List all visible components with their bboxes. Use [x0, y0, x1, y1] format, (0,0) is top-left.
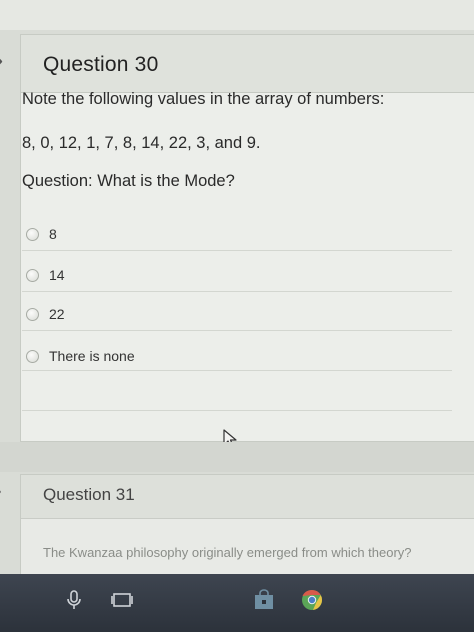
question-title: Question 31 [43, 485, 135, 504]
question-title: Question 30 [43, 53, 159, 76]
question-gap [0, 442, 474, 472]
radio-button[interactable] [26, 227, 39, 241]
question-prompt-ask: Question: What is the Mode? [22, 172, 235, 190]
chrome-icon[interactable] [300, 588, 324, 612]
option-8[interactable]: 8 [26, 222, 57, 246]
task-view-icon[interactable] [110, 588, 134, 612]
option-14[interactable]: 14 [26, 263, 65, 287]
question-prompt: The Kwanzaa philosophy originally emerge… [43, 545, 412, 560]
question-prompt-values: 8, 0, 12, 1, 7, 8, 14, 22, 3, and 9. [22, 134, 261, 152]
top-strip [0, 0, 474, 30]
option-divider [22, 370, 452, 371]
option-label: 14 [49, 267, 65, 283]
option-22[interactable]: 22 [26, 302, 65, 326]
question-header: Question 31 [21, 475, 474, 519]
option-label: 8 [49, 226, 57, 242]
question-prompt-line1: Note the following values in the array o… [22, 90, 385, 108]
store-icon[interactable] [252, 588, 276, 612]
question-card: Question 31 The Kwanzaa philosophy origi… [20, 474, 474, 584]
radio-button[interactable] [26, 349, 39, 363]
option-divider [22, 410, 452, 411]
radio-button[interactable] [26, 268, 39, 282]
option-there-is-none[interactable]: There is none [26, 344, 135, 368]
option-divider [22, 330, 452, 331]
taskbar [0, 574, 474, 632]
question-header: Question 30 [21, 35, 474, 93]
microphone-icon[interactable] [62, 588, 86, 612]
option-label: 22 [49, 306, 65, 322]
collapse-chevron-icon[interactable]: › [0, 476, 14, 506]
option-divider [22, 250, 452, 251]
option-label: There is none [49, 348, 135, 364]
radio-button[interactable] [26, 307, 39, 321]
collapse-chevron-icon[interactable]: › [0, 42, 14, 78]
option-divider [22, 291, 452, 292]
